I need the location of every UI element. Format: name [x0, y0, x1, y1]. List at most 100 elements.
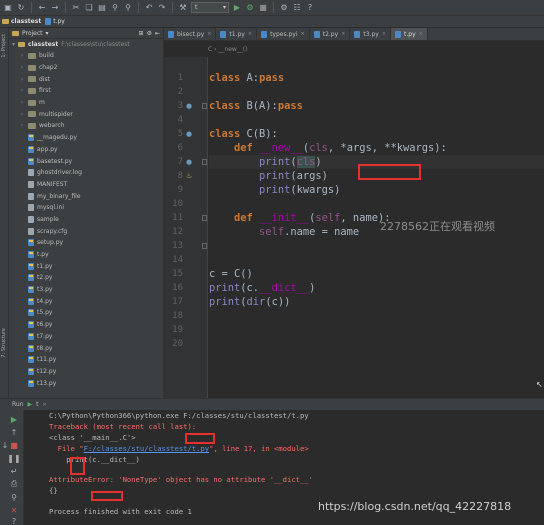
project-tool-tab[interactable]: 1: Project [1, 34, 7, 58]
chevron-right-icon[interactable]: › [19, 122, 25, 129]
project-tree-item[interactable]: › webarch [9, 120, 163, 132]
override-icon[interactable]: ● [186, 158, 194, 166]
project-tree-item[interactable]: mysql.ini [9, 202, 163, 214]
breadcrumb-project[interactable]: classtest [2, 18, 41, 25]
paste-icon[interactable]: ▤ [97, 3, 107, 13]
project-tree-item[interactable]: t8.py [9, 342, 163, 354]
save-icon[interactable]: ▣ [3, 3, 13, 13]
redo-icon[interactable]: ↷ [157, 3, 167, 13]
chevron-right-icon[interactable]: › [19, 99, 25, 106]
undo-icon[interactable]: ↶ [144, 3, 154, 13]
pin-icon[interactable]: ⚲ [9, 492, 19, 502]
project-tree-item[interactable]: t5.py [9, 307, 163, 319]
project-tree-item[interactable]: t3.py [9, 284, 163, 296]
run-config-select[interactable]: t ▾ [191, 2, 229, 13]
fold-marker-icon[interactable] [202, 215, 207, 221]
structure-tool-tab[interactable]: 7: Structure [1, 328, 7, 358]
up-icon[interactable]: ↑ [9, 427, 19, 437]
chevron-right-icon[interactable]: › [19, 76, 25, 83]
close-icon[interactable]: × [248, 31, 252, 37]
project-tree-item[interactable]: › build [9, 50, 163, 62]
run-panel-config[interactable]: t [36, 401, 38, 408]
forward-icon[interactable]: → [50, 3, 60, 13]
sync-icon[interactable]: ↻ [16, 3, 26, 13]
fold-marker-icon[interactable] [202, 103, 207, 109]
structure-icon[interactable]: ☷ [292, 3, 302, 13]
close-icon[interactable]: ✕ [9, 505, 19, 515]
project-tree-item[interactable]: t13.py [9, 377, 163, 389]
pause-icon[interactable]: ❚❚ [7, 453, 20, 463]
project-tree-item[interactable]: t2.py [9, 272, 163, 284]
override-icon[interactable]: ● [186, 102, 194, 110]
editor-breadcrumb[interactable]: C › __new__() [164, 41, 544, 57]
wrap-icon[interactable]: ↵ [9, 466, 19, 476]
project-tree-item[interactable]: sample [9, 214, 163, 226]
replace-icon[interactable]: ⚲ [123, 3, 133, 13]
editor-tab[interactable]: t.py × [391, 28, 428, 40]
build-icon[interactable]: ⚒ [178, 3, 188, 13]
editor-tab[interactable]: types.pyi × [257, 28, 310, 40]
close-icon[interactable]: × [207, 31, 211, 37]
help-icon[interactable]: ? [9, 516, 19, 525]
breadcrumb-file[interactable]: t.py [45, 18, 65, 25]
project-tree-item[interactable]: › multispider [9, 108, 163, 120]
project-tree-item[interactable]: t6.py [9, 319, 163, 331]
project-tree-item[interactable]: t12.py [9, 366, 163, 378]
settings-icon[interactable]: ⚙ [279, 3, 289, 13]
editor-tab[interactable]: t3.py × [350, 28, 392, 40]
project-tree-item[interactable]: MANIFEST [9, 179, 163, 191]
project-tree-item[interactable]: my_binary_file [9, 190, 163, 202]
chevron-right-icon[interactable]: › [19, 111, 25, 118]
close-icon[interactable]: × [341, 31, 345, 37]
fold-marker-icon[interactable] [202, 159, 207, 165]
project-tree-item[interactable]: setup.py [9, 237, 163, 249]
project-tree-item[interactable]: › chap2 [9, 62, 163, 74]
project-tree-item[interactable]: scrapy.cfg [9, 225, 163, 237]
down-icon[interactable]: ↓ [0, 440, 10, 450]
fold-marker-icon[interactable] [202, 243, 207, 249]
override-icon[interactable]: ● [186, 130, 194, 138]
project-tree-item[interactable]: t1.py [9, 260, 163, 272]
collapse-icon[interactable]: ⊞ [139, 30, 144, 37]
chevron-down-icon[interactable]: ▾ [46, 30, 49, 37]
chevron-right-icon[interactable]: › [19, 87, 25, 94]
file-link[interactable]: F:/classes/stu/classtest/t.py [84, 444, 210, 453]
editor-tab[interactable]: t2.py × [310, 28, 351, 40]
project-tree-item[interactable]: › first [9, 85, 163, 97]
chevron-down-icon[interactable]: ▾ [12, 41, 15, 48]
print-icon[interactable]: ⎙ [9, 479, 19, 489]
help-icon[interactable]: ? [305, 3, 315, 13]
chevron-right-icon[interactable]: › [19, 52, 25, 59]
project-tree-item[interactable]: t7.py [9, 331, 163, 343]
project-view-select[interactable]: Project [22, 30, 43, 37]
run-icon[interactable]: ▶ [232, 3, 242, 13]
gear-icon[interactable]: ⚙ [147, 30, 152, 37]
project-tree-item[interactable]: app.py [9, 144, 163, 156]
close-icon[interactable]: ✕ [43, 402, 47, 408]
find-icon[interactable]: ⚲ [110, 3, 120, 13]
back-icon[interactable]: ← [37, 3, 47, 13]
close-icon[interactable]: × [301, 31, 305, 37]
close-icon[interactable]: × [382, 31, 386, 37]
copy-icon[interactable]: ❏ [84, 3, 94, 13]
rerun-icon[interactable]: ▶ [9, 414, 19, 424]
project-tree-item[interactable]: › dist [9, 73, 163, 85]
close-icon[interactable]: × [419, 31, 423, 37]
debug-icon[interactable]: ⚙ [245, 3, 255, 13]
cut-icon[interactable]: ✂ [71, 3, 81, 13]
hide-icon[interactable]: ⇤ [155, 30, 160, 37]
chevron-right-icon[interactable]: › [19, 64, 25, 71]
project-tree-item[interactable]: t11.py [9, 354, 163, 366]
stop-icon[interactable]: ■ [9, 440, 19, 450]
editor-tab[interactable]: t1.py × [216, 28, 258, 40]
editor-tab[interactable]: bisect.py × [164, 28, 217, 40]
project-tree-item[interactable]: __magedu.py [9, 132, 163, 144]
project-tree-item[interactable]: › m [9, 97, 163, 109]
project-tree-item[interactable]: basetest.py [9, 155, 163, 167]
stop-icon[interactable]: ■ [258, 3, 268, 13]
project-tree-item[interactable]: t.py [9, 249, 163, 261]
project-root[interactable]: ▾ classtest F:\classes\stu\classtest [9, 39, 163, 50]
bulb-icon[interactable]: ♨ [186, 172, 194, 180]
project-tree-item[interactable]: t4.py [9, 295, 163, 307]
project-tree-item[interactable]: ghostdriver.log [9, 167, 163, 179]
